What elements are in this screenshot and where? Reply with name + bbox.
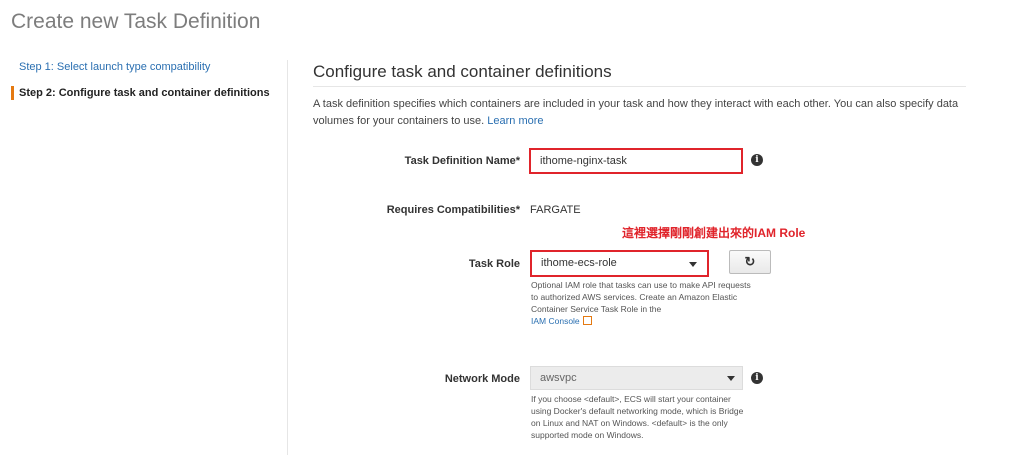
requires-compatibilities-label: Requires Compatibilities* [386, 204, 520, 216]
task-role-label: Task Role [468, 258, 520, 270]
info-icon[interactable]: i [751, 154, 763, 166]
task-role-select[interactable]: ithome-ecs-role [530, 250, 709, 277]
network-mode-value: awsvpc [540, 372, 577, 384]
page-title: Create new Task Definition [11, 10, 261, 33]
iam-console-link[interactable]: IAM Console [531, 316, 580, 326]
task-definition-name-label: Task Definition Name* [404, 155, 520, 167]
refresh-button[interactable]: ↻ [729, 250, 771, 274]
network-mode-label: Network Mode [444, 373, 520, 385]
section-divider [313, 86, 966, 87]
caret-down-icon [689, 262, 697, 267]
info-icon[interactable]: i [751, 372, 763, 384]
network-mode-select[interactable]: awsvpc [530, 366, 743, 390]
external-link-icon [582, 316, 592, 325]
network-mode-help: If you choose <default>, ECS will start … [531, 394, 744, 440]
requires-compatibilities-value: FARGATE [530, 204, 581, 216]
step-2-current: Step 2: Configure task and container def… [11, 86, 281, 100]
section-title: Configure task and container definitions [313, 62, 612, 81]
annotation-text: 這裡選擇剛剛創建出來的IAM Role [622, 226, 806, 240]
caret-down-icon [727, 376, 735, 381]
description-text: A task definition specifies which contai… [313, 98, 959, 127]
task-role-help: Optional IAM role that tasks can use to … [531, 279, 751, 327]
task-definition-name-input[interactable] [529, 148, 743, 174]
refresh-icon: ↻ [744, 254, 756, 269]
wizard-steps: Step 1: Select launch type compatibility… [11, 60, 281, 100]
step-1-link[interactable]: Step 1: Select launch type compatibility [19, 60, 281, 74]
learn-more-link[interactable]: Learn more [487, 115, 543, 127]
task-role-help-text: Optional IAM role that tasks can use to … [531, 280, 751, 314]
section-description: A task definition specifies which contai… [313, 96, 973, 130]
task-role-value: ithome-ecs-role [541, 257, 617, 269]
